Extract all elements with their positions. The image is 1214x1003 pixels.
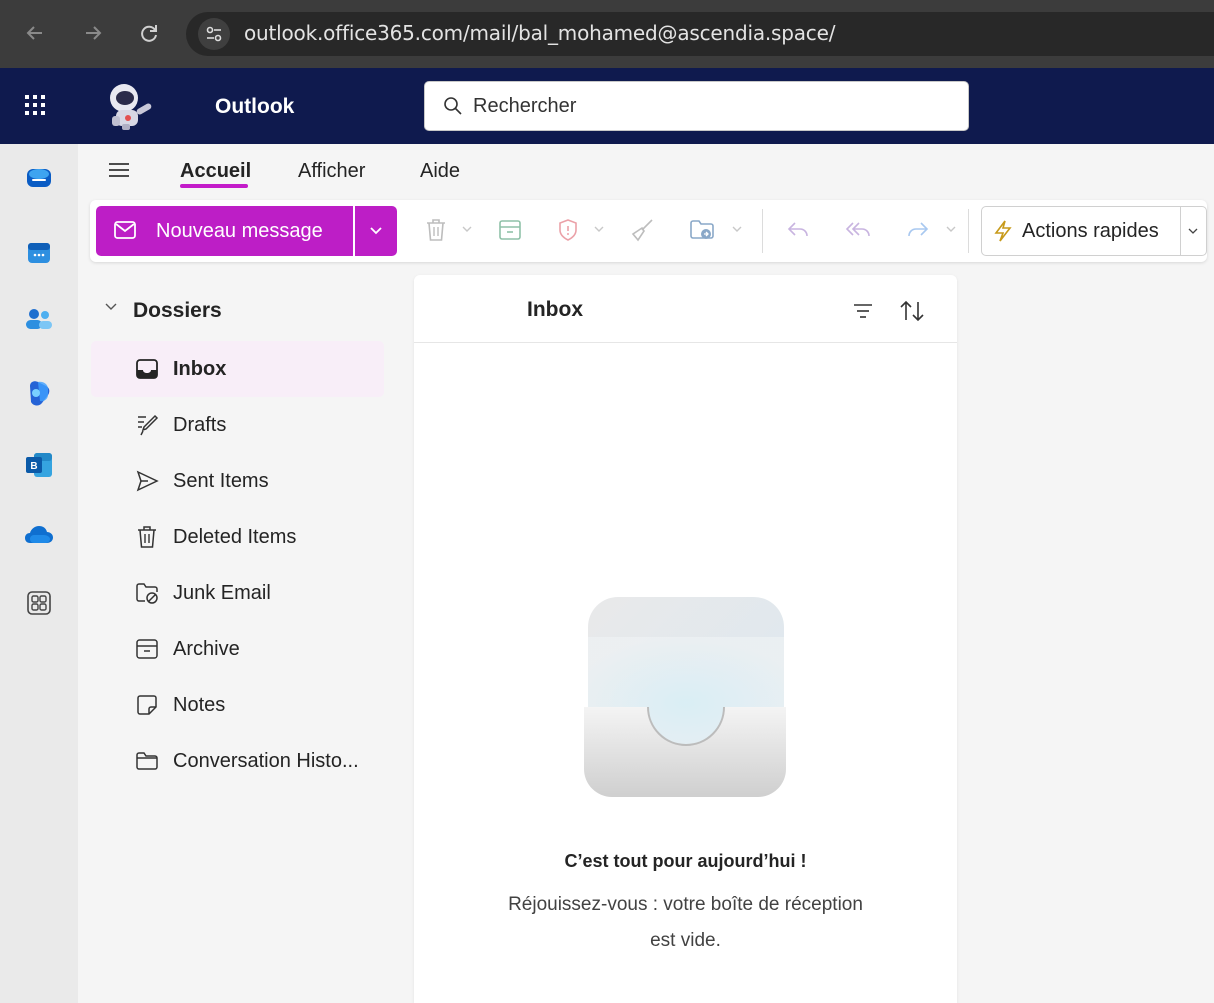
folder-label: Deleted Items (173, 526, 297, 548)
svg-text:B: B (30, 461, 37, 472)
search-icon (443, 96, 463, 121)
astronaut-avatar-icon[interactable] (98, 80, 162, 132)
drafts-icon (138, 414, 159, 436)
move-chevron-down-icon[interactable] (730, 222, 744, 236)
site-settings-icon[interactable] (198, 18, 230, 50)
trash-icon (138, 526, 156, 548)
onedrive-app-icon[interactable] (22, 518, 56, 552)
folders-collapse-chevron-icon[interactable] (103, 298, 119, 319)
folder-label: Notes (173, 694, 226, 716)
folder-label: Conversation Histo... (173, 750, 359, 772)
filter-icon[interactable] (850, 298, 876, 324)
sort-icon[interactable] (898, 298, 924, 324)
folder-label: Inbox (173, 358, 227, 380)
search-input[interactable]: Rechercher (473, 95, 576, 118)
search-box[interactable]: Rechercher (424, 81, 969, 131)
folder-drafts[interactable]: Drafts (91, 397, 384, 453)
back-arrow-icon[interactable] (20, 18, 50, 48)
forward-icon[interactable] (904, 216, 932, 244)
forward-arrow-icon[interactable] (78, 18, 108, 48)
archive-icon (136, 639, 158, 659)
reply-all-icon[interactable] (844, 216, 872, 244)
empty-state-subtitle: Réjouissez-vous : votre boîte de récepti… (474, 887, 897, 959)
report-chevron-down-icon[interactable] (592, 222, 606, 236)
message-list-title: Inbox (527, 298, 583, 321)
bookings-app-icon[interactable]: B (22, 448, 56, 482)
tab-afficher[interactable]: Afficher (298, 160, 365, 183)
mail-icon (114, 221, 136, 239)
folder-label: Archive (173, 638, 240, 660)
tab-aide[interactable]: Aide (420, 160, 460, 183)
reload-icon[interactable] (134, 18, 164, 48)
folder-icon (136, 752, 158, 770)
new-message-label[interactable]: Nouveau message (156, 220, 323, 243)
app-title[interactable]: Outlook (215, 95, 294, 119)
folder-label: Sent Items (173, 470, 269, 492)
forward-chevron-down-icon[interactable] (944, 222, 958, 236)
calendar-app-icon[interactable] (22, 236, 56, 270)
mail-app-icon[interactable] (22, 160, 56, 194)
hamburger-menu-icon[interactable] (108, 160, 130, 185)
reply-icon[interactable] (784, 216, 812, 244)
toolbar-divider (762, 209, 763, 253)
empty-inbox-illustration (582, 597, 788, 799)
quick-actions-dropdown[interactable] (1181, 206, 1207, 256)
empty-state-line: est vide. (650, 930, 721, 951)
folder-notes[interactable]: Notes (91, 677, 384, 733)
folder-sent-items[interactable]: Sent Items (91, 453, 384, 509)
folder-deleted-items[interactable]: Deleted Items (91, 509, 384, 565)
new-message-dropdown[interactable] (355, 206, 397, 256)
junk-folder-icon (136, 583, 158, 604)
folder-conversation-history[interactable]: Conversation Histo... (91, 733, 384, 789)
folder-archive[interactable]: Archive (91, 621, 384, 677)
sweep-broom-icon[interactable] (628, 216, 656, 244)
people-app-icon[interactable] (22, 302, 56, 336)
tab-accueil[interactable]: Accueil (180, 160, 251, 183)
folder-label: Drafts (173, 414, 227, 436)
folder-label: Junk Email (173, 582, 271, 604)
copilot-app-icon[interactable] (22, 376, 56, 410)
empty-state-title: C’est tout pour aujourd’hui ! (564, 851, 807, 871)
delete-icon[interactable] (422, 216, 450, 244)
toolbar-divider (968, 209, 969, 253)
folders-title[interactable]: Dossiers (133, 299, 222, 323)
inbox-icon (136, 359, 158, 379)
delete-chevron-down-icon[interactable] (460, 222, 474, 236)
report-shield-icon[interactable] (554, 216, 582, 244)
app-launcher-icon[interactable] (20, 90, 50, 120)
empty-state-line: Réjouissez-vous : votre boîte de récepti… (508, 894, 863, 915)
chevron-down-icon (370, 227, 382, 235)
note-icon (137, 695, 157, 715)
active-tab-indicator (180, 184, 248, 188)
move-to-folder-icon[interactable] (688, 216, 716, 244)
quick-actions-label[interactable]: Actions rapides (1022, 220, 1159, 243)
lightning-icon (994, 220, 1012, 242)
more-apps-icon[interactable] (22, 586, 56, 620)
folder-junk-email[interactable]: Junk Email (91, 565, 384, 621)
url-text[interactable]: outlook.office365.com/mail/bal_mohamed@a… (244, 21, 835, 45)
send-icon (136, 470, 159, 492)
archive-toolbar-icon[interactable] (496, 216, 524, 244)
app-rail (0, 144, 78, 1003)
chevron-down-icon (1188, 228, 1198, 234)
folder-inbox[interactable]: Inbox (91, 341, 384, 397)
